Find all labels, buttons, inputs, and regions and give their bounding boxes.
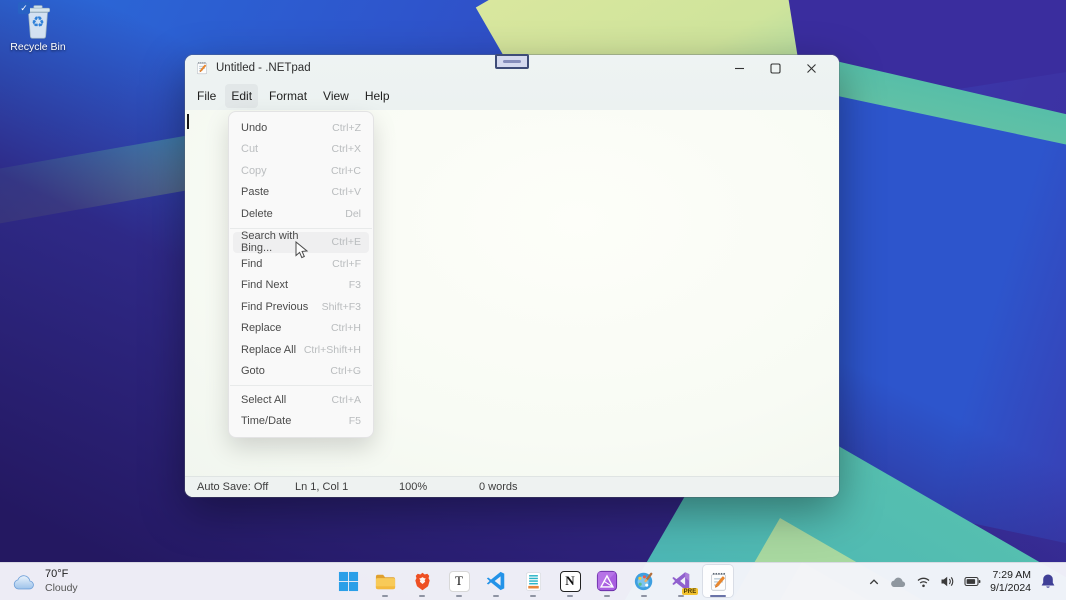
window-title: Untitled - .NETpad [216,62,311,74]
netpad-icon [710,572,726,591]
cursor-position-status: Ln 1, Col 1 [295,481,349,493]
menu-item-replace-all[interactable]: Replace All Ctrl+Shift+H [229,339,373,361]
taskbar-app-icons: T N PRE [333,564,733,598]
recycle-bin-desktop-icon[interactable]: ✓ ♻ Recycle Bin [6,2,70,53]
vscode-icon [486,571,505,591]
taskbar-notepads[interactable] [518,565,548,597]
recycle-bin-label: Recycle Bin [10,41,66,53]
menu-item-cut: Cut Ctrl+X [241,143,361,156]
chevron-up-icon[interactable] [867,575,881,589]
word-count-status: 0 words [479,481,518,493]
notification-bell-icon[interactable] [1040,573,1056,590]
preview-badge: PRE [682,588,698,595]
menu-separator [230,385,372,386]
taskbar-visual-studio-preview[interactable]: PRE [666,565,698,597]
maximize-button[interactable] [757,56,793,80]
windows-logo-icon [338,571,358,591]
menu-item-find-next[interactable]: Find Next F3 [229,275,373,297]
menu-item-time-date[interactable]: Time/Date F5 [229,411,373,433]
menu-view[interactable]: View [317,84,355,108]
selected-checkbox-icon[interactable]: ✓ [18,2,30,14]
desktop: ✓ ♻ Recycle Bin Untitled - .NETpad File … [0,0,1066,600]
weather-widget[interactable]: 70°F Cloudy [12,563,78,600]
taskbar-notion[interactable]: N [555,565,585,597]
taskbar-affinity[interactable] [592,565,622,597]
affinity-icon [596,570,618,592]
menu-format[interactable]: Format [263,84,313,108]
menu-item-undo[interactable]: Undo Ctrl+Z [229,117,373,139]
taskbar-paint-app[interactable] [629,565,659,597]
taskbar-file-explorer[interactable] [370,565,400,597]
zoom-level-status: 100% [399,481,428,493]
title-bar[interactable]: Untitled - .NETpad [185,54,839,81]
weather-temperature: 70°F [45,568,69,581]
recycle-symbol-icon: ♻ [31,14,45,31]
window-chrome: Untitled - .NETpad File Edit Format View [185,54,839,110]
clock-time: 7:29 AM [992,568,1031,581]
minimize-button[interactable] [721,56,757,80]
taskbar-vscode[interactable] [481,565,511,597]
status-bar: Auto Save: Off Ln 1, Col 1 100% 0 words [185,476,839,497]
cloud-weather-icon [13,574,34,589]
volume-icon[interactable] [940,575,955,588]
typora-icon: T [448,570,470,592]
brave-icon [414,572,430,590]
menu-help[interactable]: Help [359,84,396,108]
clock-date: 9/1/2024 [990,581,1031,594]
battery-icon[interactable] [964,575,981,588]
paint-palette-icon [634,572,653,591]
menu-item-copy: Copy Ctrl+C [241,164,361,177]
netpad-window: Untitled - .NETpad File Edit Format View [185,54,839,497]
close-button[interactable] [793,56,829,80]
menu-item-paste[interactable]: Paste Ctrl+V [229,182,373,204]
snap-handle[interactable] [495,54,529,69]
menu-separator [230,227,372,229]
taskbar-typora[interactable]: T [444,565,474,597]
system-tray: 7:29 AM 9/1/2024 [867,563,1056,600]
edit-dropdown-menu: Undo Ctrl+Z Cut Ctrl+X Copy Ctrl+C Paste… [228,111,374,438]
notion-icon: N [559,570,581,592]
taskbar: 70°F Cloudy T N PRE 7:29 AM 9/1/2024 [0,562,1066,600]
menu-item-delete[interactable]: Delete Del [229,203,373,225]
start-button[interactable] [333,565,363,597]
onedrive-cloud-icon[interactable] [890,575,907,588]
menu-item-find-previous[interactable]: Find Previous Shift+F3 [229,296,373,318]
menu-bar: File Edit Format View Help [185,81,839,110]
folder-icon [375,574,395,589]
menu-item-select-all[interactable]: Select All Ctrl+A [229,389,373,411]
text-caret [187,114,189,129]
notepads-icon [525,571,541,591]
wifi-icon[interactable] [916,575,931,588]
menu-item-replace[interactable]: Replace Ctrl+H [229,318,373,340]
weather-condition: Cloudy [45,581,78,594]
menu-edit[interactable]: Edit [225,83,259,108]
menu-item-goto[interactable]: Goto Ctrl+G [229,361,373,383]
mouse-pointer-icon [295,240,309,265]
taskbar-brave[interactable] [407,565,437,597]
menu-file[interactable]: File [191,84,222,108]
app-icon [197,62,207,75]
taskbar-netpad-active[interactable] [703,565,733,597]
autosave-status: Auto Save: Off [197,481,269,493]
taskbar-clock[interactable]: 7:29 AM 9/1/2024 [990,569,1031,594]
